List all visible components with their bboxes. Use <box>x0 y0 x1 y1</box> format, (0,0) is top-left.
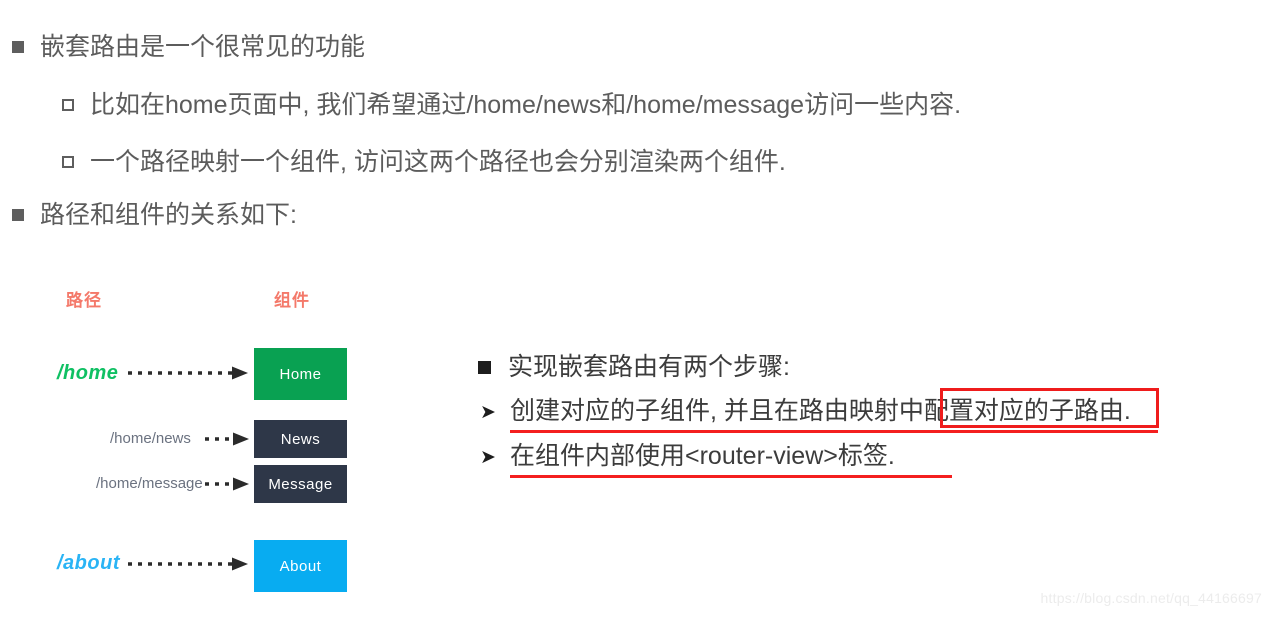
diagram-path-label-about: /about <box>57 552 120 574</box>
dashed-arrow-icon <box>205 477 253 496</box>
diagram-component-box-message: Message <box>254 465 347 503</box>
steps-heading-row: 实现嵌套路由有两个步骤: <box>478 350 790 384</box>
hollow-square-bullet-icon <box>62 99 74 111</box>
dashed-arrow-icon <box>128 557 252 576</box>
filled-square-bullet-icon <box>12 41 24 53</box>
diagram-component-label: News <box>280 430 321 448</box>
outline-item-2: 比如在home页面中, 我们希望通过/home/news和/home/messa… <box>62 88 961 122</box>
watermark: https://blog.csdn.net/qq_44166697 <box>1040 590 1262 606</box>
steps-heading: 实现嵌套路由有两个步骤: <box>508 353 790 381</box>
diagram-path-label-home-message: /home/message <box>96 475 203 492</box>
hollow-square-bullet-icon <box>62 156 74 168</box>
outline-item-label: 一个路径映射一个组件, 访问这两个路径也会分别渲染两个组件. <box>90 148 786 176</box>
diagram-column-header-path: 路径 <box>66 291 102 310</box>
diagram-component-label: Message <box>268 475 333 493</box>
diagram-component-box-home: Home <box>254 348 347 400</box>
diagram-component-box-about: About <box>254 540 347 592</box>
outline-item-label: 比如在home页面中, 我们希望通过/home/news和/home/messa… <box>90 91 962 119</box>
outline-item-3: 一个路径映射一个组件, 访问这两个路径也会分别渲染两个组件. <box>62 145 786 179</box>
filled-square-bullet-icon <box>12 209 24 221</box>
steps-item-label: 创建对应的子组件, 并且在路由映射中配置对应的子路由. <box>510 397 1131 425</box>
steps-item-2: ➤ 在组件内部使用<router-view>标签. <box>480 439 895 473</box>
diagram-path-label-home: /home <box>57 362 119 384</box>
diagram-component-label: Home <box>279 365 322 383</box>
steps-item-label: 在组件内部使用<router-view>标签. <box>510 442 895 470</box>
red-underline-2 <box>510 475 952 478</box>
arrow-bullet-icon: ➤ <box>480 447 496 468</box>
outline-item-label: 路径和组件的关系如下: <box>40 201 297 229</box>
diagram-column-header-component: 组件 <box>274 291 310 310</box>
diagram-path-label-home-news: /home/news <box>110 430 191 447</box>
red-underline-1 <box>510 430 1158 433</box>
filled-square-bullet-icon <box>478 361 491 374</box>
diagram-component-box-news: News <box>254 420 347 458</box>
outline-item-label: 嵌套路由是一个很常见的功能 <box>40 33 366 61</box>
dashed-arrow-icon <box>205 432 253 451</box>
outline-item-4: 路径和组件的关系如下: <box>12 198 297 232</box>
arrow-bullet-icon: ➤ <box>480 402 496 423</box>
dashed-arrow-icon <box>128 366 252 385</box>
diagram-component-label: About <box>279 557 322 575</box>
outline-item-1: 嵌套路由是一个很常见的功能 <box>12 30 365 64</box>
steps-item-1: ➤ 创建对应的子组件, 并且在路由映射中配置对应的子路由. <box>480 394 1131 428</box>
